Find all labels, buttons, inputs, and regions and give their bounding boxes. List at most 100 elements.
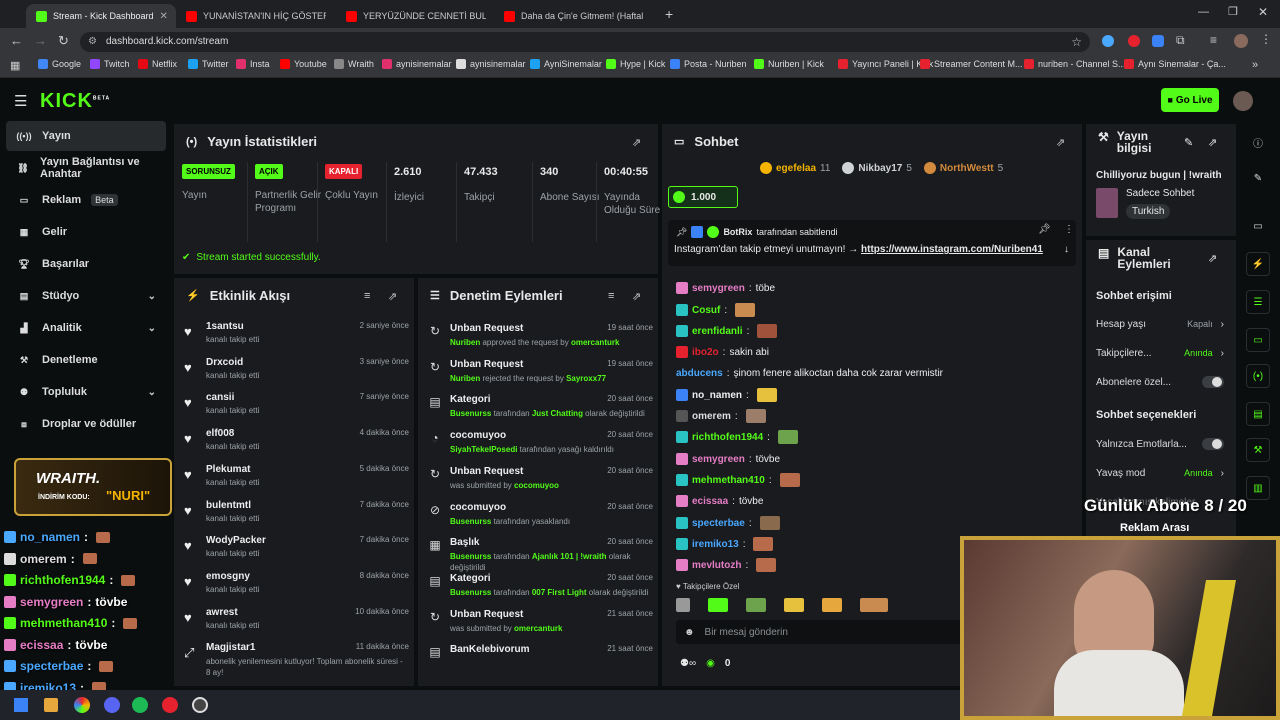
- edit-icon[interactable]: ✎: [1246, 166, 1270, 190]
- chat-username[interactable]: omerem: [692, 411, 731, 422]
- chat-username[interactable]: semygreen: [692, 283, 745, 294]
- sidebar-item[interactable]: ((•)) Yayın: [6, 121, 166, 151]
- spotify-icon[interactable]: [132, 697, 148, 713]
- chat-username[interactable]: semygreen: [692, 454, 745, 465]
- more-icon[interactable]: ⋮: [1064, 224, 1074, 235]
- chat-username[interactable]: mevlutozh: [692, 560, 741, 571]
- activity-user[interactable]: bulentmtl: [206, 500, 251, 511]
- top-gifter[interactable]: Nikbay17 5: [842, 162, 912, 174]
- bookmark-item[interactable]: aynisinemalar: [456, 59, 526, 69]
- filter-icon[interactable]: ≡: [364, 290, 370, 302]
- chat-username[interactable]: iremiko13: [692, 539, 739, 550]
- bookmark-item[interactable]: AyniSinemalar: [530, 59, 602, 69]
- emote[interactable]: [708, 598, 728, 612]
- slow-mode-setting[interactable]: Yavaş mod Anında ›: [1096, 465, 1224, 481]
- close-window-button[interactable]: ✕: [1258, 5, 1268, 19]
- activity-user[interactable]: elf008: [206, 428, 234, 439]
- more-bookmarks-icon[interactable]: »: [1252, 59, 1258, 71]
- discord-icon[interactable]: [104, 697, 120, 713]
- hamburger-menu-icon[interactable]: ☰: [14, 92, 27, 110]
- users-icon[interactable]: ⚉∞: [680, 658, 696, 669]
- broadcast-icon[interactable]: (•): [1246, 364, 1270, 388]
- points-icon[interactable]: ◉: [706, 658, 715, 669]
- activity-user[interactable]: Drxcoid: [206, 357, 243, 368]
- popout-icon[interactable]: ⇗: [388, 290, 397, 303]
- bookmark-item[interactable]: Netflix: [138, 59, 177, 69]
- edit-icon[interactable]: ✎: [1184, 136, 1193, 149]
- expand-icon[interactable]: ↓: [1064, 244, 1069, 255]
- followers-only-setting[interactable]: Takipçilere... Anında ›: [1096, 345, 1224, 361]
- apps-icon[interactable]: ▦: [10, 59, 20, 72]
- unpin-icon[interactable]: 📌︎: [1038, 224, 1051, 235]
- filter-icon[interactable]: ≡: [608, 290, 614, 302]
- windows-start-icon[interactable]: [14, 698, 28, 712]
- bookmark-item[interactable]: Twitter: [188, 59, 229, 69]
- emotes-only-setting[interactable]: Yalnızca Emotlarla...: [1096, 436, 1224, 452]
- activity-user[interactable]: emosgny: [206, 571, 250, 582]
- popout-icon[interactable]: ⇗: [632, 136, 641, 149]
- bookmark-star-icon[interactable]: ☆: [1071, 32, 1082, 52]
- activity-user[interactable]: 1santsu: [206, 321, 244, 332]
- bookmark-item[interactable]: Wraith: [334, 59, 374, 69]
- browser-menu-icon[interactable]: ⋮: [1260, 32, 1272, 46]
- pinned-link[interactable]: https://www.instagram.com/Nuriben41: [861, 244, 1043, 255]
- sidebar-item[interactable]: ⚉ Topluluk ⌄: [6, 377, 166, 407]
- popout-icon[interactable]: ⇗: [1056, 136, 1065, 149]
- activity-user[interactable]: Magjistar1: [206, 642, 255, 653]
- bookmark-item[interactable]: Twitch: [90, 59, 130, 69]
- new-tab-button[interactable]: +: [665, 6, 673, 22]
- popout-icon[interactable]: ⇗: [632, 290, 641, 303]
- chat-username[interactable]: ibo2o: [692, 347, 719, 358]
- chrome-icon[interactable]: [74, 697, 90, 713]
- profile-avatar[interactable]: [1234, 34, 1248, 48]
- media-icon[interactable]: ≡: [1210, 33, 1217, 47]
- subs-toggle[interactable]: [1202, 376, 1224, 388]
- emote[interactable]: [822, 598, 842, 612]
- popout-icon[interactable]: ⇗: [1208, 252, 1217, 265]
- bookmark-item[interactable]: Streamer Content M...: [920, 59, 1023, 69]
- bookmark-item[interactable]: Nuriben | Kick: [754, 59, 824, 69]
- go-live-button[interactable]: ■ Go Live: [1161, 88, 1219, 112]
- card-icon[interactable]: ▭: [1246, 214, 1270, 238]
- bookmark-item[interactable]: Aynı Sinemalar - Ça...: [1124, 59, 1226, 69]
- chat-username[interactable]: erenfidanli: [692, 326, 743, 337]
- info-icon[interactable]: ⓘ: [1246, 130, 1270, 154]
- chat-icon[interactable]: ▭: [1246, 328, 1270, 352]
- browser-tab[interactable]: YUNANİSTAN'IN HİÇ GÖSTERİL ✕: [176, 4, 326, 28]
- bookmark-item[interactable]: Posta - Nuriben: [670, 59, 747, 69]
- sidebar-item[interactable]: 🏆︎ Başarılar: [6, 249, 166, 279]
- chat-username[interactable]: ecissaa: [692, 496, 728, 507]
- settings-icon[interactable]: [192, 697, 208, 713]
- chat-username[interactable]: Cosuf: [692, 305, 720, 316]
- sidebar-item[interactable]: ▦ Gelir: [6, 217, 166, 247]
- chat-goal-badge[interactable]: 1.000: [668, 186, 738, 208]
- bookmark-item[interactable]: Yayıncı Paneli | Kick: [838, 59, 933, 69]
- chat-input[interactable]: ☻ Bir mesaj gönderin: [676, 620, 978, 644]
- maximize-button[interactable]: ❐: [1228, 5, 1238, 18]
- browser-tab[interactable]: Daha da Çin'e Gitmem! (Haftal ✕: [494, 4, 644, 28]
- emoji-icon[interactable]: ☻: [684, 627, 695, 638]
- bookmark-item[interactable]: Insta: [236, 59, 270, 69]
- back-icon[interactable]: ←: [10, 33, 23, 48]
- activity-user[interactable]: Plekumat: [206, 464, 250, 475]
- account-age-setting[interactable]: Hesap yaşı Kapalı ›: [1096, 316, 1224, 332]
- activity-user[interactable]: awrest: [206, 607, 238, 618]
- bookmark-item[interactable]: Youtube: [280, 59, 327, 69]
- kick-logo[interactable]: KICKBETA: [40, 90, 110, 113]
- emotes-toggle[interactable]: [1202, 438, 1224, 450]
- bookmark-item[interactable]: Google: [38, 59, 81, 69]
- emote[interactable]: [746, 598, 766, 612]
- sidebar-item[interactable]: ⧈ Droplar ve ödüller: [6, 409, 166, 439]
- chat-username[interactable]: abducens: [676, 368, 723, 379]
- wrench-icon[interactable]: ⚒: [1246, 438, 1270, 462]
- forward-icon[interactable]: →: [34, 33, 47, 48]
- list-icon[interactable]: ☰: [1246, 290, 1270, 314]
- activity-user[interactable]: cansii: [206, 392, 234, 403]
- extension-icon[interactable]: [1102, 35, 1114, 47]
- close-tab-icon[interactable]: ✕: [160, 11, 168, 22]
- sidebar-item[interactable]: ▭ Reklam Beta: [6, 185, 166, 215]
- browser-tab[interactable]: YERYÜZÜNDE CENNETİ BULDU ✕: [336, 4, 486, 28]
- bolt-icon[interactable]: ⚡: [1246, 252, 1270, 276]
- puzzle-icon[interactable]: ⧉: [1176, 33, 1185, 48]
- browser-tab[interactable]: Stream - Kick Dashboard ✕: [26, 4, 176, 28]
